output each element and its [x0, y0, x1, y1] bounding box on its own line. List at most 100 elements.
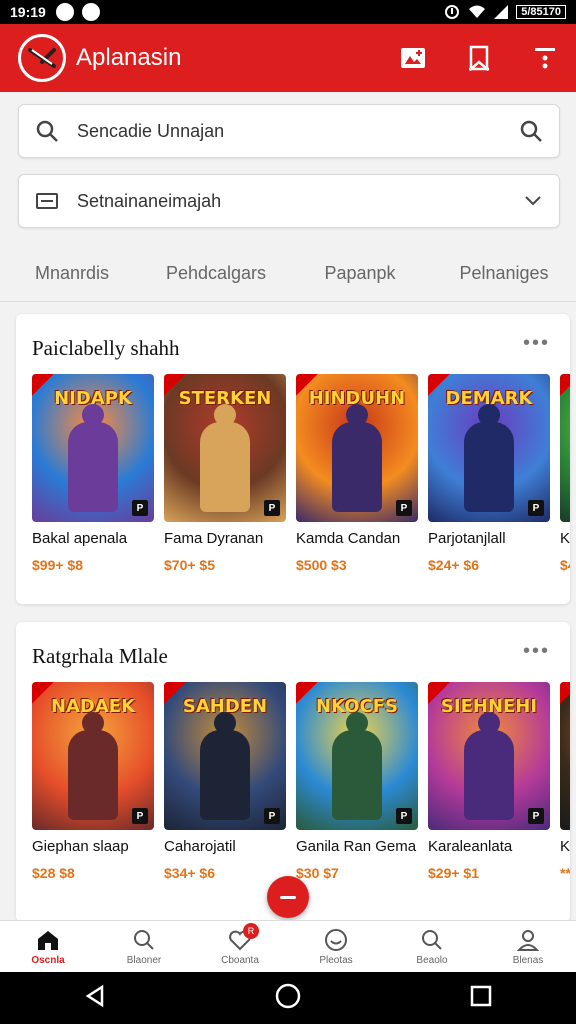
search-input[interactable]	[77, 120, 519, 142]
platform-icon: P	[264, 808, 280, 824]
filter-label: Setnainaneimajah	[77, 190, 222, 211]
game-name: Parjotanjlall	[428, 530, 506, 547]
nav-item-fun[interactable]: Pleotas	[288, 921, 384, 972]
nav-label: Cboanta	[221, 955, 259, 966]
game-cover-image: NIDAPK P	[32, 374, 154, 522]
person-icon	[515, 927, 541, 953]
tab-2[interactable]: Papanpk	[288, 246, 432, 301]
game-cover-image: P	[560, 682, 570, 830]
search-field[interactable]	[18, 104, 560, 158]
floating-action-button[interactable]	[267, 876, 309, 918]
nav-item-favorites[interactable]: R Cboanta	[192, 921, 288, 972]
status-icons: 5/85170	[444, 5, 566, 19]
character-figure	[68, 404, 118, 512]
nav-item-explore[interactable]: Beaolo	[384, 921, 480, 972]
game-cover-image: SIEHNEHI P	[428, 682, 550, 830]
game-card[interactable]: SIEHNEHI P Karaleanlata $29+ $1	[428, 682, 550, 881]
game-price: $70+ $5	[164, 557, 215, 573]
product-section: Paiclabelly shahh ••• NIDAPK P Bakal apena…	[16, 314, 570, 604]
chevron-down-icon	[523, 194, 543, 208]
game-card[interactable]: NKOCFS P Ganila Ran Gema $30 $7	[296, 682, 418, 881]
platform-icon: P	[528, 500, 544, 516]
card-row: NADAEK P Giephan slaap $28 $8 SAHDEN P Caharoj…	[32, 682, 570, 881]
nav-item-search[interactable]: Blaoner	[96, 921, 192, 972]
nav-item-profile[interactable]: Blenas	[480, 921, 576, 972]
game-name: Giephan slaap	[32, 838, 129, 855]
character-figure	[200, 712, 250, 820]
card-row: NIDAPK P Bakal apenala $99+ $8 STERKEN P Fama …	[32, 374, 570, 573]
more-horiz-icon[interactable]: •••	[523, 641, 550, 661]
wifi-icon	[469, 5, 486, 18]
app-bar: Aplanasin	[0, 24, 576, 92]
category-tabs: Mnanrdis Pehdcalgars Papanpk Pelnaniges	[0, 246, 576, 302]
game-card[interactable]: P Kah **	[560, 682, 570, 881]
notification-badge: R	[243, 923, 259, 939]
game-price: $28 $8	[32, 865, 75, 881]
heart-icon: R	[227, 923, 259, 953]
recents-icon[interactable]	[469, 984, 493, 1013]
minus-icon	[280, 895, 296, 899]
tab-3[interactable]: Pelnaniges	[432, 246, 576, 301]
search-icon	[131, 927, 157, 953]
game-card[interactable]: NIDAPK P Bakal apenala $99+ $8	[32, 374, 154, 573]
tab-label: Papanpk	[324, 263, 396, 283]
game-name: K	[560, 530, 570, 547]
game-name: Kamda Candan	[296, 530, 401, 547]
status-bar: 19:19 5/85170	[0, 0, 576, 24]
card-icon	[35, 192, 61, 210]
game-price: **	[560, 865, 570, 881]
filter-dropdown[interactable]: Setnainaneimajah	[18, 174, 560, 228]
smile-icon	[323, 927, 349, 953]
bottom-navigation: Oscnla Blaoner R Cboanta Pleotas Beaolo …	[0, 920, 576, 972]
game-card[interactable]: PK $41	[560, 374, 570, 573]
platform-icon: P	[528, 808, 544, 824]
game-price: $24+ $6	[428, 557, 479, 573]
notification-icon	[55, 3, 74, 21]
nav-label: Pleotas	[319, 955, 353, 966]
tab-label: Mnanrdis	[34, 263, 110, 283]
nav-label: Blenas	[512, 955, 544, 966]
nav-label: Oscnla	[31, 955, 65, 966]
nav-label: Beaolo	[416, 955, 448, 966]
tab-label: Pelnaniges	[459, 263, 549, 283]
app-title: Aplanasin	[76, 44, 182, 71]
tab-1[interactable]: Pehdcalgars	[144, 246, 288, 301]
game-price: $29+ $1	[428, 865, 479, 881]
platform-icon: P	[396, 500, 412, 516]
game-card[interactable]: DEMARK P Parjotanjlall $24+ $6	[428, 374, 550, 573]
bookmark-icon[interactable]	[466, 45, 492, 71]
home-circle-icon[interactable]	[274, 982, 302, 1015]
game-card[interactable]: NADAEK P Giephan slaap $28 $8	[32, 682, 154, 881]
back-icon[interactable]	[83, 984, 107, 1013]
platform-icon: P	[132, 500, 148, 516]
more-horiz-icon[interactable]: •••	[523, 333, 550, 353]
character-figure	[332, 404, 382, 512]
game-cover-image: P	[560, 374, 570, 522]
signal-icon	[445, 5, 460, 19]
character-figure	[68, 712, 118, 820]
section-title: Paiclabelly shahh	[32, 336, 180, 360]
nav-item-home[interactable]: Oscnla	[0, 921, 96, 972]
game-cover-image: NADAEK P	[32, 682, 154, 830]
game-cover-image: HINDUHN P	[296, 374, 418, 522]
game-card[interactable]: HINDUHN P Kamda Candan $500 $3	[296, 374, 418, 573]
platform-icon: P	[396, 808, 412, 824]
tab-0[interactable]: Mnanrdis	[0, 246, 144, 301]
platform-icon: P	[264, 500, 280, 516]
game-card[interactable]: SAHDEN P Caharojatil $34+ $6	[164, 682, 286, 881]
nav-label: Blaoner	[126, 955, 162, 966]
app-logo-icon[interactable]	[18, 34, 66, 82]
home-icon	[35, 927, 61, 953]
status-time: 19:19	[10, 4, 46, 20]
ribbon-icon	[560, 682, 570, 704]
more-vert-icon[interactable]	[532, 45, 558, 71]
game-card[interactable]: STERKEN P Fama Dyranan $70+ $5	[164, 374, 286, 573]
game-cover-image: NKOCFS P	[296, 682, 418, 830]
game-name: Caharojatil	[164, 838, 236, 855]
game-price: $500 $3	[296, 557, 347, 573]
search-submit-icon[interactable]	[519, 119, 543, 143]
image-add-icon[interactable]	[400, 45, 426, 71]
game-cover-image: SAHDEN P	[164, 682, 286, 830]
section-title: Ratgrhala Mlale	[32, 644, 168, 668]
character-figure	[332, 712, 382, 820]
